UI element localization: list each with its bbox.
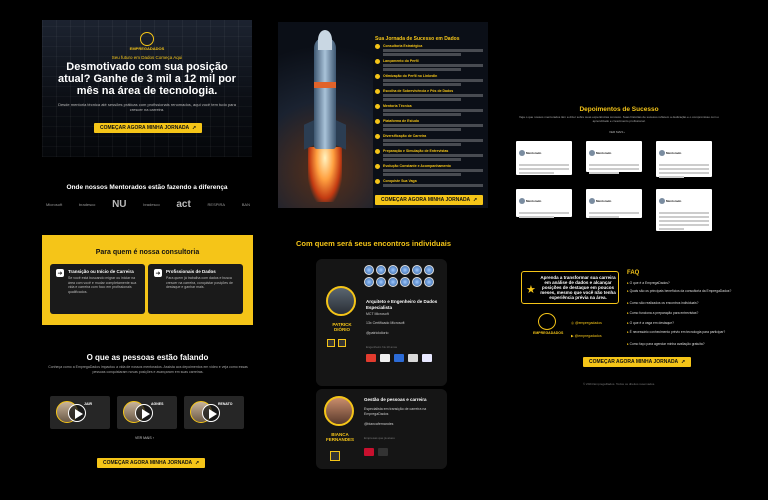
award-icons: [327, 339, 346, 347]
testimonial-card: Mentorado: [586, 189, 642, 218]
mentor-role: Gestão de pessoas e carreira: [364, 397, 427, 402]
certification-badges: [364, 265, 442, 287]
hero-section: EMPREGADADOS Seu futuro em Dados Começa …: [42, 20, 252, 157]
instagram-link[interactable]: ◎ @empregadados: [571, 321, 602, 325]
faq-item[interactable]: Como faço para agendar minha avaliação g…: [627, 342, 737, 346]
mentor-name: PATRICK DIÓRIO: [332, 322, 352, 332]
video-card[interactable]: RENATO: [184, 396, 244, 429]
play-icon[interactable]: [202, 404, 220, 422]
star-icon: ★: [526, 284, 536, 296]
copyright: © 2024 EmpregaDados. Todos os direitos r…: [583, 382, 656, 386]
company-logos: Microsoft bradesco NU bradesco act RESPI…: [46, 199, 250, 210]
company-logo: bradesco: [143, 202, 160, 207]
tree-icon: [140, 32, 154, 46]
mentors-title: Com quem será seus encontros individuais: [296, 239, 452, 248]
video-card[interactable]: JAIR: [50, 396, 110, 429]
text-testimonials-subtitle: Veja o que nossos mentorados têm a dizer…: [519, 115, 719, 123]
play-icon[interactable]: [135, 404, 153, 422]
hero-headline: Desmotivado com sua posição atual? Ganhe…: [58, 61, 236, 97]
video-testimonials-subtitle: Conheça como a EmpregaDados impactou a v…: [48, 365, 248, 374]
avatar: [324, 396, 354, 426]
para-quem-title: Para quem é nossa consultoria: [95, 249, 200, 256]
instagram-link[interactable]: @biancafernandes: [364, 422, 393, 426]
faq-item[interactable]: Como funciona a preparação para entrevis…: [627, 311, 737, 315]
testimonial-card: Mentorado: [586, 141, 642, 174]
mentorados-title: Onde nossos Mentorados estão fazendo a d…: [66, 184, 228, 191]
faq-cta-button[interactable]: COMEÇAR AGORA MINHA JORNADA ➚: [583, 357, 692, 367]
faq-item[interactable]: Quais são os principais benefícios da co…: [627, 289, 737, 293]
rocket-icon: ➚: [681, 359, 686, 365]
journey-section: Sua Jornada de Sucesso em Dados Consulto…: [278, 22, 488, 208]
audience-card: ➜ Profissionais de Dados Para quem já tr…: [148, 264, 243, 314]
journey-title: Sua Jornada de Sucesso em Dados: [375, 36, 460, 42]
brand-logo: EMPREGADADOS: [129, 32, 165, 51]
company-logos: [364, 448, 388, 456]
rocket-icon: ➚: [473, 197, 478, 203]
testimonial-card: Mentorado: [656, 189, 712, 231]
mentor-card: BIANCA FERNANDES Gestão de pessoas e car…: [316, 389, 447, 469]
company-logo: act: [176, 199, 191, 210]
text-testimonials-title: Depoimentos de Sucesso: [579, 106, 659, 113]
faq-item[interactable]: Como são realizados os encontros individ…: [627, 301, 737, 305]
see-more-link[interactable]: VER MAIS ›: [135, 436, 154, 440]
arrow-icon: ➜: [154, 269, 162, 277]
company-logo: BAN: [241, 202, 250, 207]
company-logo: RESPIRA: [207, 202, 226, 207]
company-logo: bradesco: [78, 202, 96, 207]
testimonial-card: Mentorado: [516, 141, 572, 175]
avatar: [326, 286, 356, 316]
company-logos: [366, 354, 432, 362]
rocket-icon: ➚: [195, 460, 200, 466]
hero-tagline: Seu futuro em Dados Começa Aqui: [111, 55, 183, 60]
company-logo: NU: [112, 199, 127, 210]
rocket-image: [278, 22, 373, 208]
faq-item[interactable]: É necessário conhecimento prévio em tecn…: [627, 330, 737, 334]
para-quem-section: Para quem é nossa consultoria ➜ Transiçã…: [42, 235, 253, 325]
faq-title: FAQ: [627, 270, 640, 276]
brand-name: EMPREGADADOS: [533, 331, 564, 335]
journey-cta-button[interactable]: COMEÇAR AGORA MINHA JORNADA ➚: [375, 195, 484, 205]
rocket-icon: ➚: [192, 125, 197, 131]
arrow-icon: ➜: [56, 269, 64, 277]
see-more-link[interactable]: VER MAIS ›: [609, 130, 625, 134]
faq-item[interactable]: O que é a vaga em destaque?: [627, 321, 737, 325]
instagram-link[interactable]: @patrickdiorio: [366, 331, 388, 335]
testimonial-card: Mentorado: [516, 189, 572, 218]
mentor-name: BIANCA FERNANDES: [325, 432, 354, 442]
hero-subtext: Desde mentoria técnica até sessões práti…: [58, 102, 236, 112]
hero-cta-button[interactable]: COMEÇAR AGORA MINHA JORNADA ➚: [94, 123, 203, 133]
cta-button[interactable]: COMEÇAR AGORA MINHA JORNADA ➚: [97, 458, 206, 468]
video-card[interactable]: AGNES: [117, 396, 177, 429]
award-icon: [330, 451, 340, 461]
play-icon[interactable]: [68, 404, 86, 422]
mentor-role: Arquiteto e Engenheiro de Dados Especial…: [366, 299, 438, 310]
company-logo: Microsoft: [46, 202, 63, 207]
promo-box: ★ Aprenda a transformar sua carreira em …: [521, 271, 619, 304]
mentor-card: PATRICK DIÓRIO Arquiteto e Engenheiro de…: [316, 259, 447, 386]
testimonial-card: Mentorado: [656, 141, 712, 178]
faq-item[interactable]: O que é a EmpregaDados?: [627, 281, 737, 285]
video-testimonials-title: O que as pessoas estão falando: [86, 353, 209, 362]
tree-icon: [538, 313, 556, 330]
youtube-link[interactable]: ▶ @empregadados: [571, 334, 602, 338]
audience-card: ➜ Transição ou Início de Carreira Se voc…: [50, 264, 145, 314]
